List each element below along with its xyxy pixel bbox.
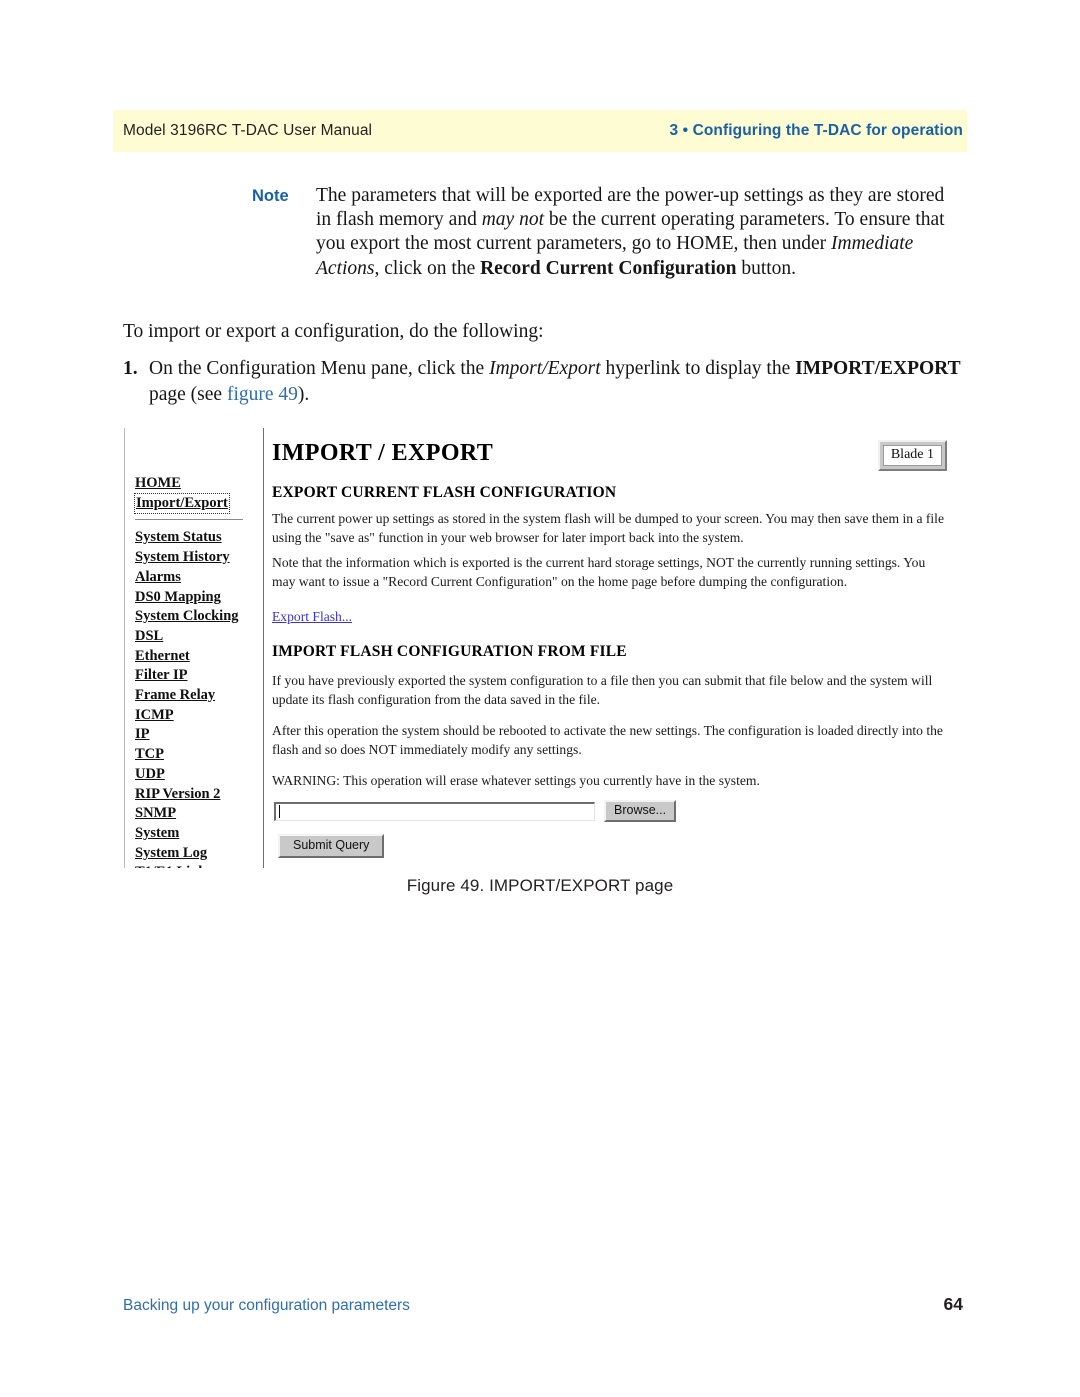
export-section-heading: EXPORT CURRENT FLASH CONFIGURATION — [272, 484, 617, 501]
menu-item-snmp[interactable]: SNMP — [135, 804, 263, 824]
import-section-heading: IMPORT FLASH CONFIGURATION FROM FILE — [272, 643, 627, 660]
configuration-menu-list: HOME Import/Export System Status System His… — [134, 474, 263, 868]
page-title: IMPORT / EXPORT — [272, 440, 494, 466]
figure-caption: Figure 49. IMPORT/EXPORT page — [406, 876, 674, 895]
blade-selector-button[interactable]: Blade 1 — [877, 440, 947, 471]
menu-item-filter-ip[interactable]: Filter IP — [135, 666, 263, 686]
intro-paragraph: To import or export a configuration, do … — [123, 321, 544, 342]
pane-divider — [263, 428, 264, 868]
menu-item-dsl[interactable]: DSL — [135, 627, 263, 647]
menu-item-udp[interactable]: UDP — [135, 765, 263, 785]
configuration-menu-pane: HOME Import/Export System Status System His… — [124, 428, 263, 868]
menu-item-system-log[interactable]: System Log — [135, 844, 263, 864]
page-footer: Backing up your configuration parameters… — [123, 1294, 963, 1315]
step-text-4: ). — [297, 384, 310, 405]
menu-separator — [135, 519, 243, 521]
import-paragraph-1: If you have previously exported the syst… — [272, 673, 933, 707]
note-text-3: , click on the — [374, 257, 481, 279]
file-path-input[interactable] — [274, 801, 595, 821]
menu-item-ethernet[interactable]: Ethernet — [135, 647, 263, 667]
menu-item-tcp[interactable]: TCP — [135, 745, 263, 765]
menu-item-ds0-mapping[interactable]: DS0 Mapping — [135, 588, 263, 608]
browse-button[interactable]: Browse... — [604, 800, 677, 822]
figure-screenshot: HOME Import/Export System Status System His… — [124, 428, 964, 868]
figure-cross-reference-link[interactable]: figure 49 — [227, 384, 298, 405]
menu-item-import-export[interactable]: Import/Export — [134, 492, 230, 515]
step-text-3: page (see — [149, 384, 227, 405]
page-header: Model 3196RC T-DAC User Manual 3 • Confi… — [123, 110, 963, 152]
note-emphasis-1: may not — [481, 209, 544, 231]
step-strong-1: IMPORT/EXPORT — [795, 358, 961, 379]
submit-query-button[interactable]: Submit Query — [278, 834, 385, 858]
menu-item-icmp[interactable]: ICMP — [135, 706, 263, 726]
note-body: The parameters that will be exported are… — [316, 184, 952, 281]
menu-item-system-history[interactable]: System History — [135, 548, 263, 568]
menu-item-ip[interactable]: IP — [135, 725, 263, 745]
step-item-1: 1. On the Configuration Menu pane, click… — [123, 356, 963, 408]
footer-section-title: Backing up your configuration parameters — [123, 1297, 410, 1314]
menu-item-alarms[interactable]: Alarms — [135, 568, 263, 588]
note-label: Note — [252, 187, 289, 205]
export-paragraph-2: Note that the information which is expor… — [272, 555, 926, 589]
footer-page-number: 64 — [943, 1294, 963, 1314]
import-warning-paragraph: WARNING: This operation will erase whate… — [272, 773, 760, 788]
step-emphasis-1: Import/Export — [489, 358, 601, 379]
note-strong-1: Record Current Configuration — [480, 257, 737, 279]
note-block: Note The parameters that will be exporte… — [252, 184, 952, 281]
step-text-1: On the Configuration Menu pane, click th… — [149, 358, 490, 379]
header-manual-title: Model 3196RC T-DAC User Manual — [123, 122, 373, 139]
menu-item-system-clocking[interactable]: System Clocking — [135, 607, 263, 627]
note-text-4: button. — [736, 257, 797, 279]
step-number: 1. — [123, 358, 138, 379]
menu-item-home[interactable]: HOME — [135, 474, 263, 494]
step-text-2: hyperlink to display the — [600, 358, 796, 379]
text-caret — [279, 804, 280, 818]
menu-item-t1-e1-link[interactable]: T1/E1 Link — [135, 863, 263, 868]
menu-item-system-status[interactable]: System Status — [135, 528, 263, 548]
import-paragraph-2: After this operation the system should b… — [272, 723, 943, 757]
menu-item-frame-relay[interactable]: Frame Relay — [135, 686, 263, 706]
export-paragraph-1: The current power up settings as stored … — [272, 511, 944, 545]
menu-item-rip-version-2[interactable]: RIP Version 2 — [135, 785, 263, 805]
step-text: On the Configuration Menu pane, click th… — [149, 356, 963, 408]
file-upload-row: Browse... — [274, 800, 677, 822]
export-flash-link[interactable]: Export Flash... — [272, 609, 352, 625]
import-export-page: IMPORT / EXPORT Blade 1 EXPORT CURRENT F… — [272, 428, 964, 868]
menu-item-system[interactable]: System — [135, 824, 263, 844]
blade-selector-label: Blade 1 — [882, 445, 942, 466]
header-chapter-title: 3 • Configuring the T-DAC for operation — [669, 122, 963, 139]
